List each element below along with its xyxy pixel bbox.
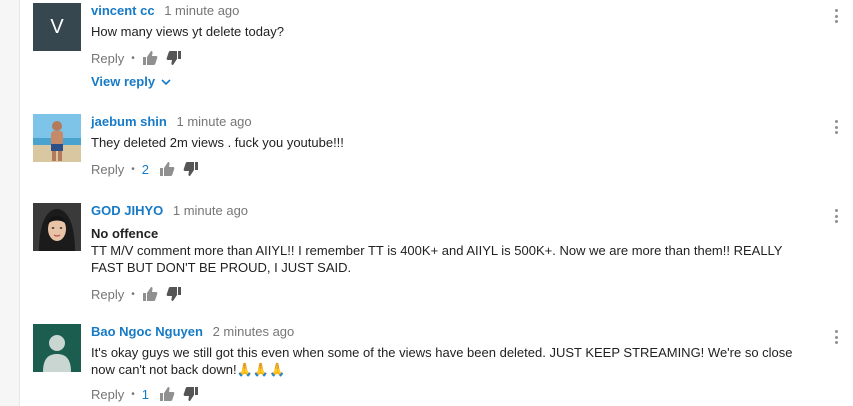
comment-text: How many views yt delete today?: [91, 24, 284, 39]
like-count: 2: [141, 161, 149, 177]
dislike-icon[interactable]: [166, 286, 182, 302]
dislike-icon[interactable]: [166, 50, 182, 66]
comment-time[interactable]: 1 minute ago: [164, 3, 239, 18]
comment-item: Bao Ngoc Nguyen 2 minutes ago It's okay …: [33, 324, 843, 406]
reply-button[interactable]: Reply: [91, 51, 124, 66]
dislike-icon[interactable]: [183, 386, 199, 402]
separator-dot: •: [131, 52, 135, 64]
comment-item: jaebum shin 1 minute ago They deleted 2m…: [33, 114, 843, 184]
separator-dot: •: [131, 288, 135, 300]
comment-author[interactable]: jaebum shin: [91, 114, 167, 129]
view-replies-button[interactable]: View reply: [91, 74, 811, 89]
comment-time[interactable]: 1 minute ago: [173, 203, 248, 218]
avatar[interactable]: V: [33, 3, 81, 51]
like-icon[interactable]: [142, 286, 158, 302]
like-count: 1: [141, 386, 149, 402]
more-options-icon[interactable]: [835, 120, 839, 134]
comment-item: V vincent cc 1 minute ago How many views…: [33, 3, 843, 93]
reply-button[interactable]: Reply: [91, 287, 124, 302]
reply-button[interactable]: Reply: [91, 162, 124, 177]
profile-photo-icon: [33, 203, 81, 251]
avatar-letter: V: [50, 15, 64, 38]
dislike-icon[interactable]: [183, 161, 199, 177]
comment-time[interactable]: 2 minutes ago: [213, 324, 295, 339]
reply-button[interactable]: Reply: [91, 387, 124, 402]
avatar[interactable]: [33, 114, 81, 162]
comment-author[interactable]: vincent cc: [91, 3, 155, 18]
comment-time[interactable]: 1 minute ago: [176, 114, 251, 129]
more-options-icon[interactable]: [835, 330, 839, 344]
comment-text: TT M/V comment more than AIIYL!! I remem…: [91, 243, 783, 275]
like-icon[interactable]: [159, 386, 175, 402]
more-options-icon[interactable]: [835, 9, 839, 23]
separator-dot: •: [131, 388, 135, 400]
comment-author[interactable]: GOD JIHYO: [91, 203, 163, 218]
chevron-down-icon: [161, 78, 171, 85]
avatar[interactable]: [33, 203, 81, 251]
comment-item: GOD JIHYO 1 minute ago No offence TT M/V…: [33, 203, 843, 303]
view-replies-label: View reply: [91, 74, 156, 89]
like-icon[interactable]: [159, 161, 175, 177]
separator-dot: •: [131, 163, 135, 175]
comment-author[interactable]: Bao Ngoc Nguyen: [91, 324, 203, 339]
comment-text: It's okay guys we still got this even wh…: [91, 345, 793, 377]
avatar[interactable]: [33, 324, 81, 372]
like-icon[interactable]: [142, 50, 158, 66]
comment-text-bold: No offence: [91, 226, 159, 241]
comment-text: They deleted 2m views . fuck you youtube…: [91, 135, 344, 150]
more-options-icon[interactable]: [835, 209, 839, 223]
beach-photo-icon: [33, 114, 81, 162]
left-border: [0, 0, 20, 406]
default-user-icon: [33, 324, 81, 372]
